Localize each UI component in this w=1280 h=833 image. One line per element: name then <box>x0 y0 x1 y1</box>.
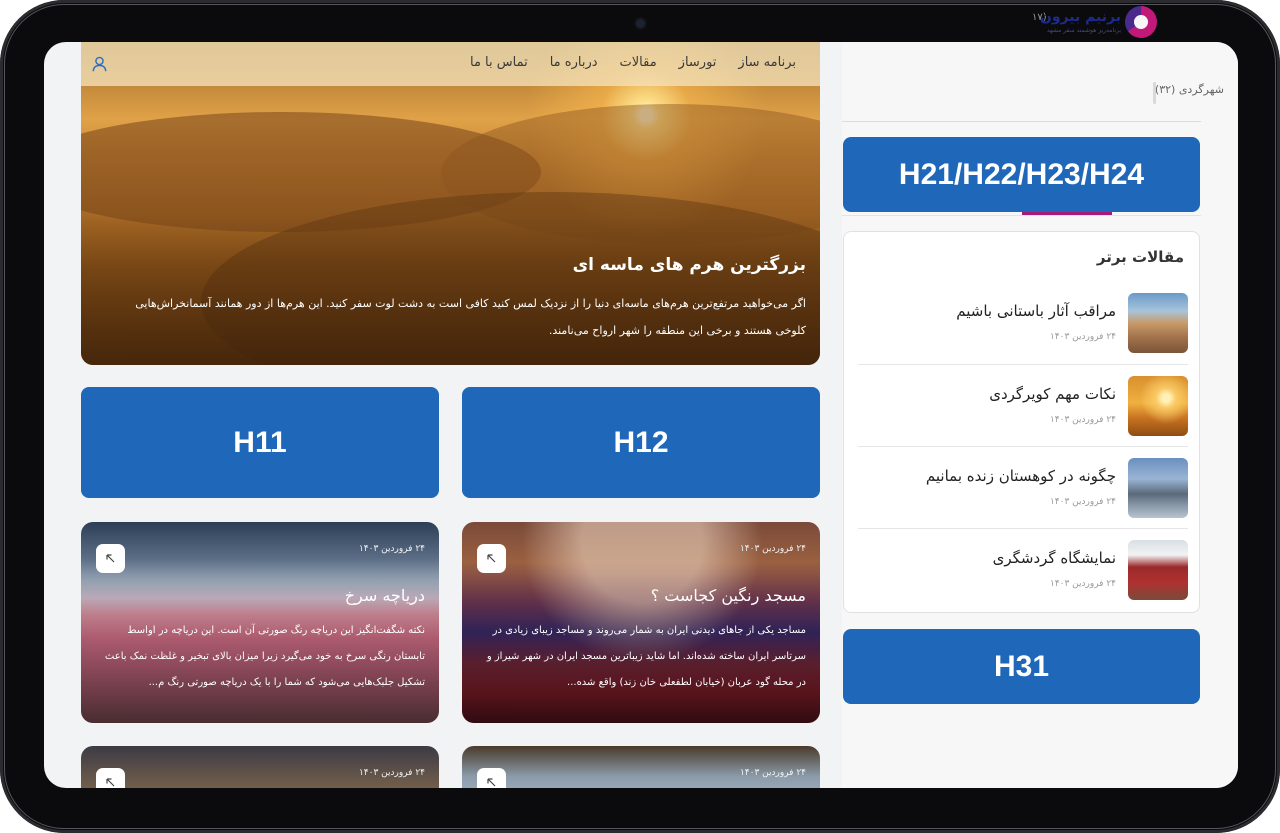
divider <box>842 215 1201 216</box>
top-article-item[interactable]: چگونه در کوهستان زنده بمانیم ۲۴ فروردین … <box>858 446 1188 528</box>
article-card[interactable]: ۲۴ فروردین ۱۴۰۳ دریاچه سرخ نکته شگفت‌انگ… <box>81 522 439 723</box>
nav-link-contact[interactable]: تماس با ما <box>470 55 528 70</box>
nav-link-tour-builder[interactable]: تورساز <box>679 55 717 70</box>
article-card[interactable]: ۲۴ فروردین ۱۴۰۳ <box>462 746 820 788</box>
top-article-title[interactable]: مراقب آثار باستانی باشیم <box>956 302 1116 320</box>
open-arrow-button[interactable] <box>477 544 506 573</box>
placeholder-h12: H12 <box>462 387 820 498</box>
card-excerpt: مساجد یکی از جاهای دیدنی ایران به شمار م… <box>486 625 806 688</box>
article-thumbnail[interactable] <box>1128 458 1188 518</box>
arrow-up-left-icon <box>487 554 496 563</box>
top-article-item[interactable]: نمایشگاه گردشگری ۲۴ فروردین ۱۴۰۳ <box>858 528 1188 610</box>
top-article-date: ۲۴ فروردین ۱۴۰۳ <box>1049 415 1116 425</box>
category-city-tours[interactable]: شهرگردی (۳۲) <box>1155 83 1224 96</box>
article-thumbnail[interactable] <box>1128 293 1188 353</box>
top-articles-title: مقالات برتر <box>1096 248 1184 266</box>
card-date: ۲۴ فروردین ۱۴۰۳ <box>739 544 806 554</box>
logo-name: برنیم بیرون <box>1039 9 1121 25</box>
article-card[interactable]: ۲۴ فروردین ۱۴۰۳ <box>81 746 439 788</box>
arrow-up-left-icon <box>106 778 115 787</box>
user-icon[interactable] <box>92 56 107 72</box>
card-date: ۲۴ فروردین ۱۴۰۳ <box>739 768 806 778</box>
open-arrow-button[interactable] <box>96 768 125 788</box>
card-title[interactable]: دریاچه سرخ <box>345 586 425 605</box>
top-article-date: ۲۴ فروردین ۱۴۰۳ <box>1049 497 1116 507</box>
top-navbar: برنامه ساز تورساز مقالات درباره ما تماس … <box>81 42 820 86</box>
top-article-title[interactable]: نکات مهم کویرگردی <box>989 385 1116 403</box>
placeholder-h11: H11 <box>81 387 439 498</box>
hero-excerpt: اگر می‌خواهید مرتفع‌ترین هرم‌های ماسه‌ای… <box>135 297 806 337</box>
top-article-title[interactable]: نمایشگاه گردشگری <box>993 549 1116 567</box>
top-article-item[interactable]: مراقب آثار باستانی باشیم ۲۴ فروردین ۱۴۰۳ <box>858 293 1188 375</box>
arrow-up-left-icon <box>487 778 496 787</box>
logo-mark-icon <box>1125 6 1157 38</box>
top-article-title[interactable]: چگونه در کوهستان زنده بمانیم <box>926 467 1116 485</box>
card-date: ۲۴ فروردین ۱۴۰۳ <box>358 768 425 778</box>
placeholder-h31: H31 <box>843 629 1200 704</box>
category-scrollbar[interactable] <box>1153 82 1156 104</box>
open-arrow-button[interactable] <box>96 544 125 573</box>
top-article-date: ۲۴ فروردین ۱۴۰۳ <box>1049 332 1116 342</box>
top-article-date: ۲۴ فروردین ۱۴۰۳ <box>1049 579 1116 589</box>
open-arrow-button[interactable] <box>477 768 506 788</box>
logo-tagline: برنامه‌ریز هوشمند سفر مشهد <box>1046 27 1121 34</box>
placeholder-h21-h24: H21/H22/H23/H24 <box>843 137 1200 212</box>
article-thumbnail[interactable] <box>1128 376 1188 436</box>
card-excerpt: نکته شگفت‌انگیز این دریاچه رنگ صورتی آن … <box>104 625 425 688</box>
card-date: ۲۴ فروردین ۱۴۰۳ <box>358 544 425 554</box>
divider <box>842 121 1201 122</box>
front-camera <box>636 19 645 28</box>
site-logo[interactable]: برنیم بیرون برنامه‌ریز هوشمند سفر مشهد <box>1039 6 1157 40</box>
hero-title[interactable]: بزرگترین هرم های ماسه ای <box>573 255 806 275</box>
top-articles-panel: مقالات برتر مراقب آثار باستانی باشیم ۲۴ … <box>843 231 1200 613</box>
top-article-item[interactable]: نکات مهم کویرگردی ۲۴ فروردین ۱۴۰۳ <box>858 364 1188 446</box>
nav-link-planner[interactable]: برنامه ساز <box>738 55 796 70</box>
hero-banner[interactable]: برنامه ساز تورساز مقالات درباره ما تماس … <box>81 42 820 365</box>
article-card[interactable]: ۲۴ فروردین ۱۴۰۳ مسجد رنگین کجاست ؟ مساجد… <box>462 522 820 723</box>
nav-links: برنامه ساز تورساز مقالات درباره ما تماس … <box>470 55 796 70</box>
nav-link-about[interactable]: درباره ما <box>550 55 598 70</box>
article-thumbnail[interactable] <box>1128 540 1188 600</box>
card-title[interactable]: مسجد رنگین کجاست ؟ <box>651 586 806 605</box>
arrow-up-left-icon <box>106 554 115 563</box>
nav-link-articles[interactable]: مقالات <box>620 55 657 70</box>
